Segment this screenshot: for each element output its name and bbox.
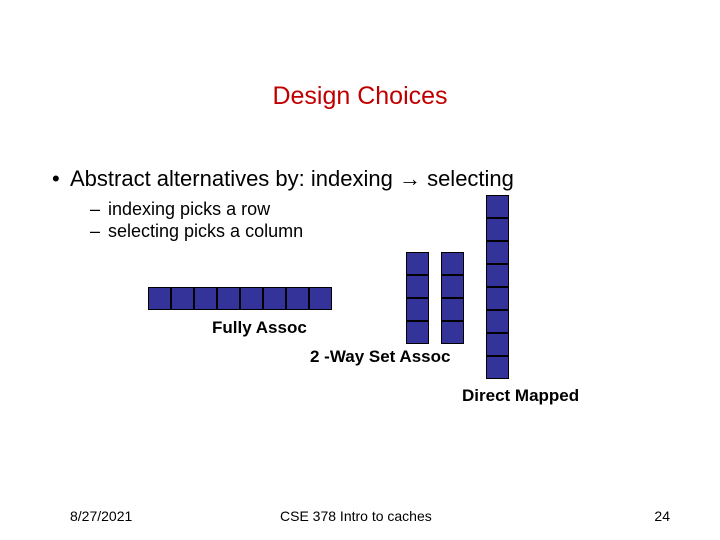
cache-cell (441, 275, 464, 298)
cache-cell (286, 287, 309, 310)
arrow-icon: → (399, 166, 421, 191)
cache-cell (441, 252, 464, 275)
cache-cell (263, 287, 286, 310)
footer-date: 8/27/2021 (70, 508, 132, 524)
cache-cell (406, 252, 429, 275)
bullet-main-before: Abstract alternatives by: indexing (70, 166, 399, 191)
sub-bullet-indexing: indexing picks a row (108, 199, 270, 220)
cache-cell (441, 298, 464, 321)
bullet-main: Abstract alternatives by: indexing → sel… (70, 166, 514, 192)
cache-cell (486, 241, 509, 264)
cache-cell (240, 287, 263, 310)
cache-cell (486, 310, 509, 333)
cache-cell (486, 356, 509, 379)
cache-cell (406, 298, 429, 321)
cache-cell (148, 287, 171, 310)
label-2way-assoc: 2 -Way Set Assoc (310, 347, 450, 367)
footer-page: 24 (654, 508, 670, 524)
cache-cell (309, 287, 332, 310)
cache-cell (486, 264, 509, 287)
bullet-main-after: selecting (421, 166, 514, 191)
sub-bullet-selecting: selecting picks a column (108, 221, 303, 242)
label-direct-mapped: Direct Mapped (462, 386, 579, 406)
cache-cell (486, 195, 509, 218)
cache-cell (486, 287, 509, 310)
label-fully-assoc: Fully Assoc (212, 318, 307, 338)
cache-cell (171, 287, 194, 310)
cache-cell (217, 287, 240, 310)
footer-course: CSE 378 Intro to caches (280, 508, 432, 524)
cache-cell (194, 287, 217, 310)
cache-cell (406, 275, 429, 298)
cache-cell (406, 321, 429, 344)
cache-cell (486, 218, 509, 241)
cache-cell (486, 333, 509, 356)
slide-title: Design Choices (0, 82, 720, 111)
cache-cell (441, 321, 464, 344)
